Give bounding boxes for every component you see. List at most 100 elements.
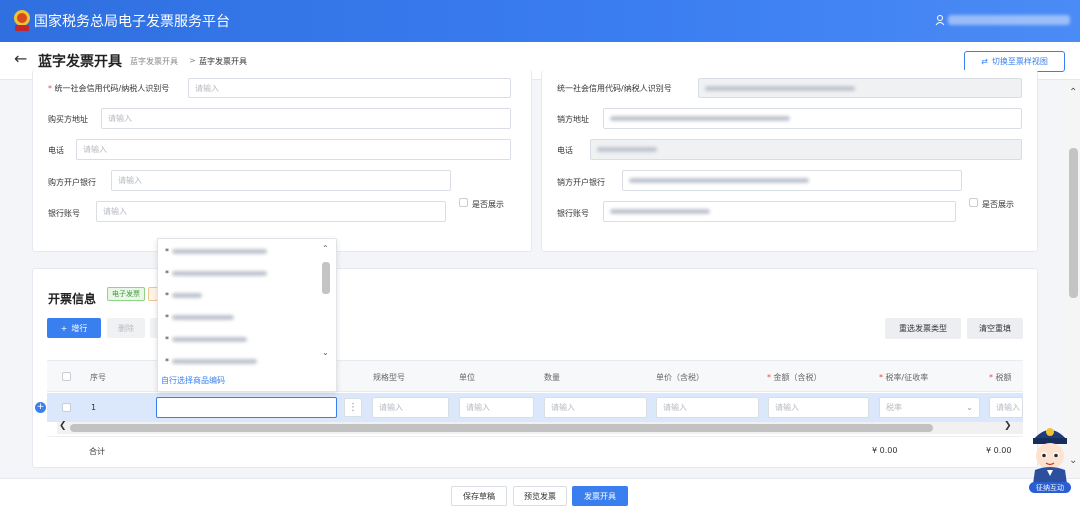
- redacted-item: [172, 358, 257, 364]
- unit-input[interactable]: 请输入: [459, 397, 534, 418]
- list-item[interactable]: *: [165, 356, 257, 366]
- redacted-item: [172, 248, 267, 254]
- list-item[interactable]: *: [165, 334, 247, 344]
- buyer-address-input[interactable]: 请输入: [101, 108, 511, 129]
- total-amount: ¥ 0.00: [872, 446, 898, 455]
- scroll-down-icon[interactable]: ⌄: [322, 348, 329, 357]
- reselect-invoice-type-button[interactable]: 重选发票类型: [885, 318, 961, 339]
- tax-rate-select[interactable]: 税率 ⌄: [879, 397, 980, 418]
- seller-phone-field: [590, 139, 1022, 160]
- item-star: *: [165, 290, 169, 300]
- app-title: 国家税务总局电子发票服务平台: [34, 14, 230, 30]
- preview-invoice-button[interactable]: 预览发票: [513, 486, 567, 506]
- qty-input[interactable]: 请输入: [544, 397, 647, 418]
- row-expand-plus-icon[interactable]: +: [35, 402, 46, 413]
- buyer-bank-input[interactable]: 请输入: [111, 170, 451, 191]
- seller-bank-label: 销方开户银行: [557, 178, 605, 187]
- col-tax-header: * 税额: [989, 372, 1012, 383]
- buyer-account-label: 银行账号: [48, 209, 80, 218]
- item-star: *: [165, 334, 169, 344]
- price-input[interactable]: 请输入: [656, 397, 759, 418]
- add-row-button[interactable]: + 增行: [47, 318, 101, 338]
- issue-invoice-button[interactable]: 发票开具: [572, 486, 628, 506]
- amount-input[interactable]: 请输入: [768, 397, 869, 418]
- item-star: *: [165, 246, 169, 256]
- seller-address-label: 销方地址: [557, 115, 589, 124]
- col-qty-header: 数量: [544, 373, 560, 382]
- redacted-value: [629, 178, 809, 183]
- table-hscroll-thumb[interactable]: [70, 424, 933, 432]
- total-label: 合计: [89, 447, 105, 456]
- dropdown-scrollbar[interactable]: ⌃ ⌄: [321, 244, 331, 368]
- page-scroll-thumb[interactable]: [1069, 148, 1078, 298]
- assistant-mascot[interactable]: 征纳互动: [1025, 418, 1075, 494]
- col-amount-header-text: 金额（含税）: [773, 373, 822, 382]
- select-all-checkbox[interactable]: [62, 372, 71, 381]
- back-arrow-icon[interactable]: ←: [14, 49, 27, 69]
- col-price-header: 单价（含税）: [656, 373, 704, 382]
- redacted-value: [610, 116, 790, 121]
- tax-rate-placeholder: 税率: [886, 403, 902, 412]
- item-star: *: [165, 268, 169, 278]
- more-options-icon[interactable]: ⋮: [344, 398, 362, 417]
- col-seq-header: 序号: [90, 373, 106, 382]
- user-icon[interactable]: [935, 14, 945, 26]
- buyer-bank-label: 购方开户银行: [48, 178, 96, 187]
- breadcrumb-item-1[interactable]: 蓝字发票开具: [130, 56, 178, 67]
- col-spec-header: 规格型号: [373, 373, 405, 382]
- buyer-address-label: 购买方地址: [48, 115, 88, 124]
- item-star: *: [165, 312, 169, 322]
- buyer-taxid-label-text: 统一社会信用代码/纳税人识别号: [54, 84, 170, 93]
- required-mark: *: [989, 373, 993, 382]
- scroll-up-icon[interactable]: ⌃: [322, 244, 329, 253]
- switch-view-button[interactable]: ⇄ 切换至票样视图: [964, 51, 1065, 72]
- save-draft-button[interactable]: 保存草稿: [451, 486, 507, 506]
- tax-amount-input[interactable]: 请输入: [989, 397, 1023, 418]
- redacted-item: [172, 292, 202, 298]
- buyer-show-label: 是否展示: [472, 200, 504, 209]
- list-item[interactable]: *: [165, 268, 267, 278]
- custom-code-select-link[interactable]: 自行选择商品编码: [161, 375, 225, 386]
- page-scroll-up-icon[interactable]: ⌃: [1069, 87, 1077, 98]
- buyer-phone-label: 电话: [48, 146, 64, 155]
- breadcrumb-item-2: 蓝字发票开具: [199, 57, 247, 66]
- seller-address-input[interactable]: [603, 108, 1022, 129]
- scroll-right-icon[interactable]: ❯: [1004, 421, 1012, 431]
- buyer-account-input[interactable]: 请输入: [96, 201, 446, 222]
- swap-icon: ⇄: [981, 57, 988, 66]
- total-tax: ¥ 0.00: [986, 446, 1012, 455]
- row-checkbox[interactable]: [62, 403, 71, 412]
- dropdown-scroll-thumb[interactable]: [322, 262, 330, 294]
- redacted-item: [172, 336, 247, 342]
- page-title: 蓝字发票开具: [38, 54, 122, 70]
- required-mark: *: [48, 84, 52, 93]
- item-name-input[interactable]: [156, 397, 337, 418]
- buyer-taxid-input[interactable]: 请输入: [188, 78, 511, 98]
- spec-input[interactable]: 请输入: [372, 397, 449, 418]
- seller-show-checkbox[interactable]: [969, 198, 978, 207]
- delete-row-button[interactable]: 删除: [107, 318, 145, 338]
- buyer-show-checkbox[interactable]: [459, 198, 468, 207]
- seller-phone-label: 电话: [557, 146, 573, 155]
- seller-taxid-field: [698, 78, 1022, 98]
- seller-taxid-label: 统一社会信用代码/纳税人识别号: [557, 84, 672, 93]
- plus-icon: +: [60, 323, 68, 333]
- tax-emblem-icon: [12, 8, 32, 32]
- list-item[interactable]: *: [165, 312, 234, 322]
- seller-bank-input[interactable]: [622, 170, 962, 191]
- buyer-taxid-label: * 统一社会信用代码/纳税人识别号: [48, 83, 169, 94]
- breadcrumb-separator: >: [189, 56, 196, 65]
- scroll-left-icon[interactable]: ❮: [59, 421, 67, 431]
- clear-refill-button[interactable]: 清空重填: [967, 318, 1023, 339]
- list-item[interactable]: *: [165, 246, 267, 256]
- required-mark: *: [767, 373, 771, 382]
- col-tax-header-text: 税额: [995, 373, 1012, 382]
- col-rate-header: * 税率/征收率: [879, 372, 928, 383]
- assistant-label[interactable]: 征纳互动: [1029, 482, 1071, 493]
- list-item[interactable]: *: [165, 290, 202, 300]
- buyer-phone-input[interactable]: 请输入: [76, 139, 511, 160]
- seller-account-input[interactable]: [603, 201, 956, 222]
- user-name-redacted[interactable]: [948, 15, 1070, 25]
- redacted-item: [172, 314, 234, 320]
- required-mark: *: [879, 373, 883, 382]
